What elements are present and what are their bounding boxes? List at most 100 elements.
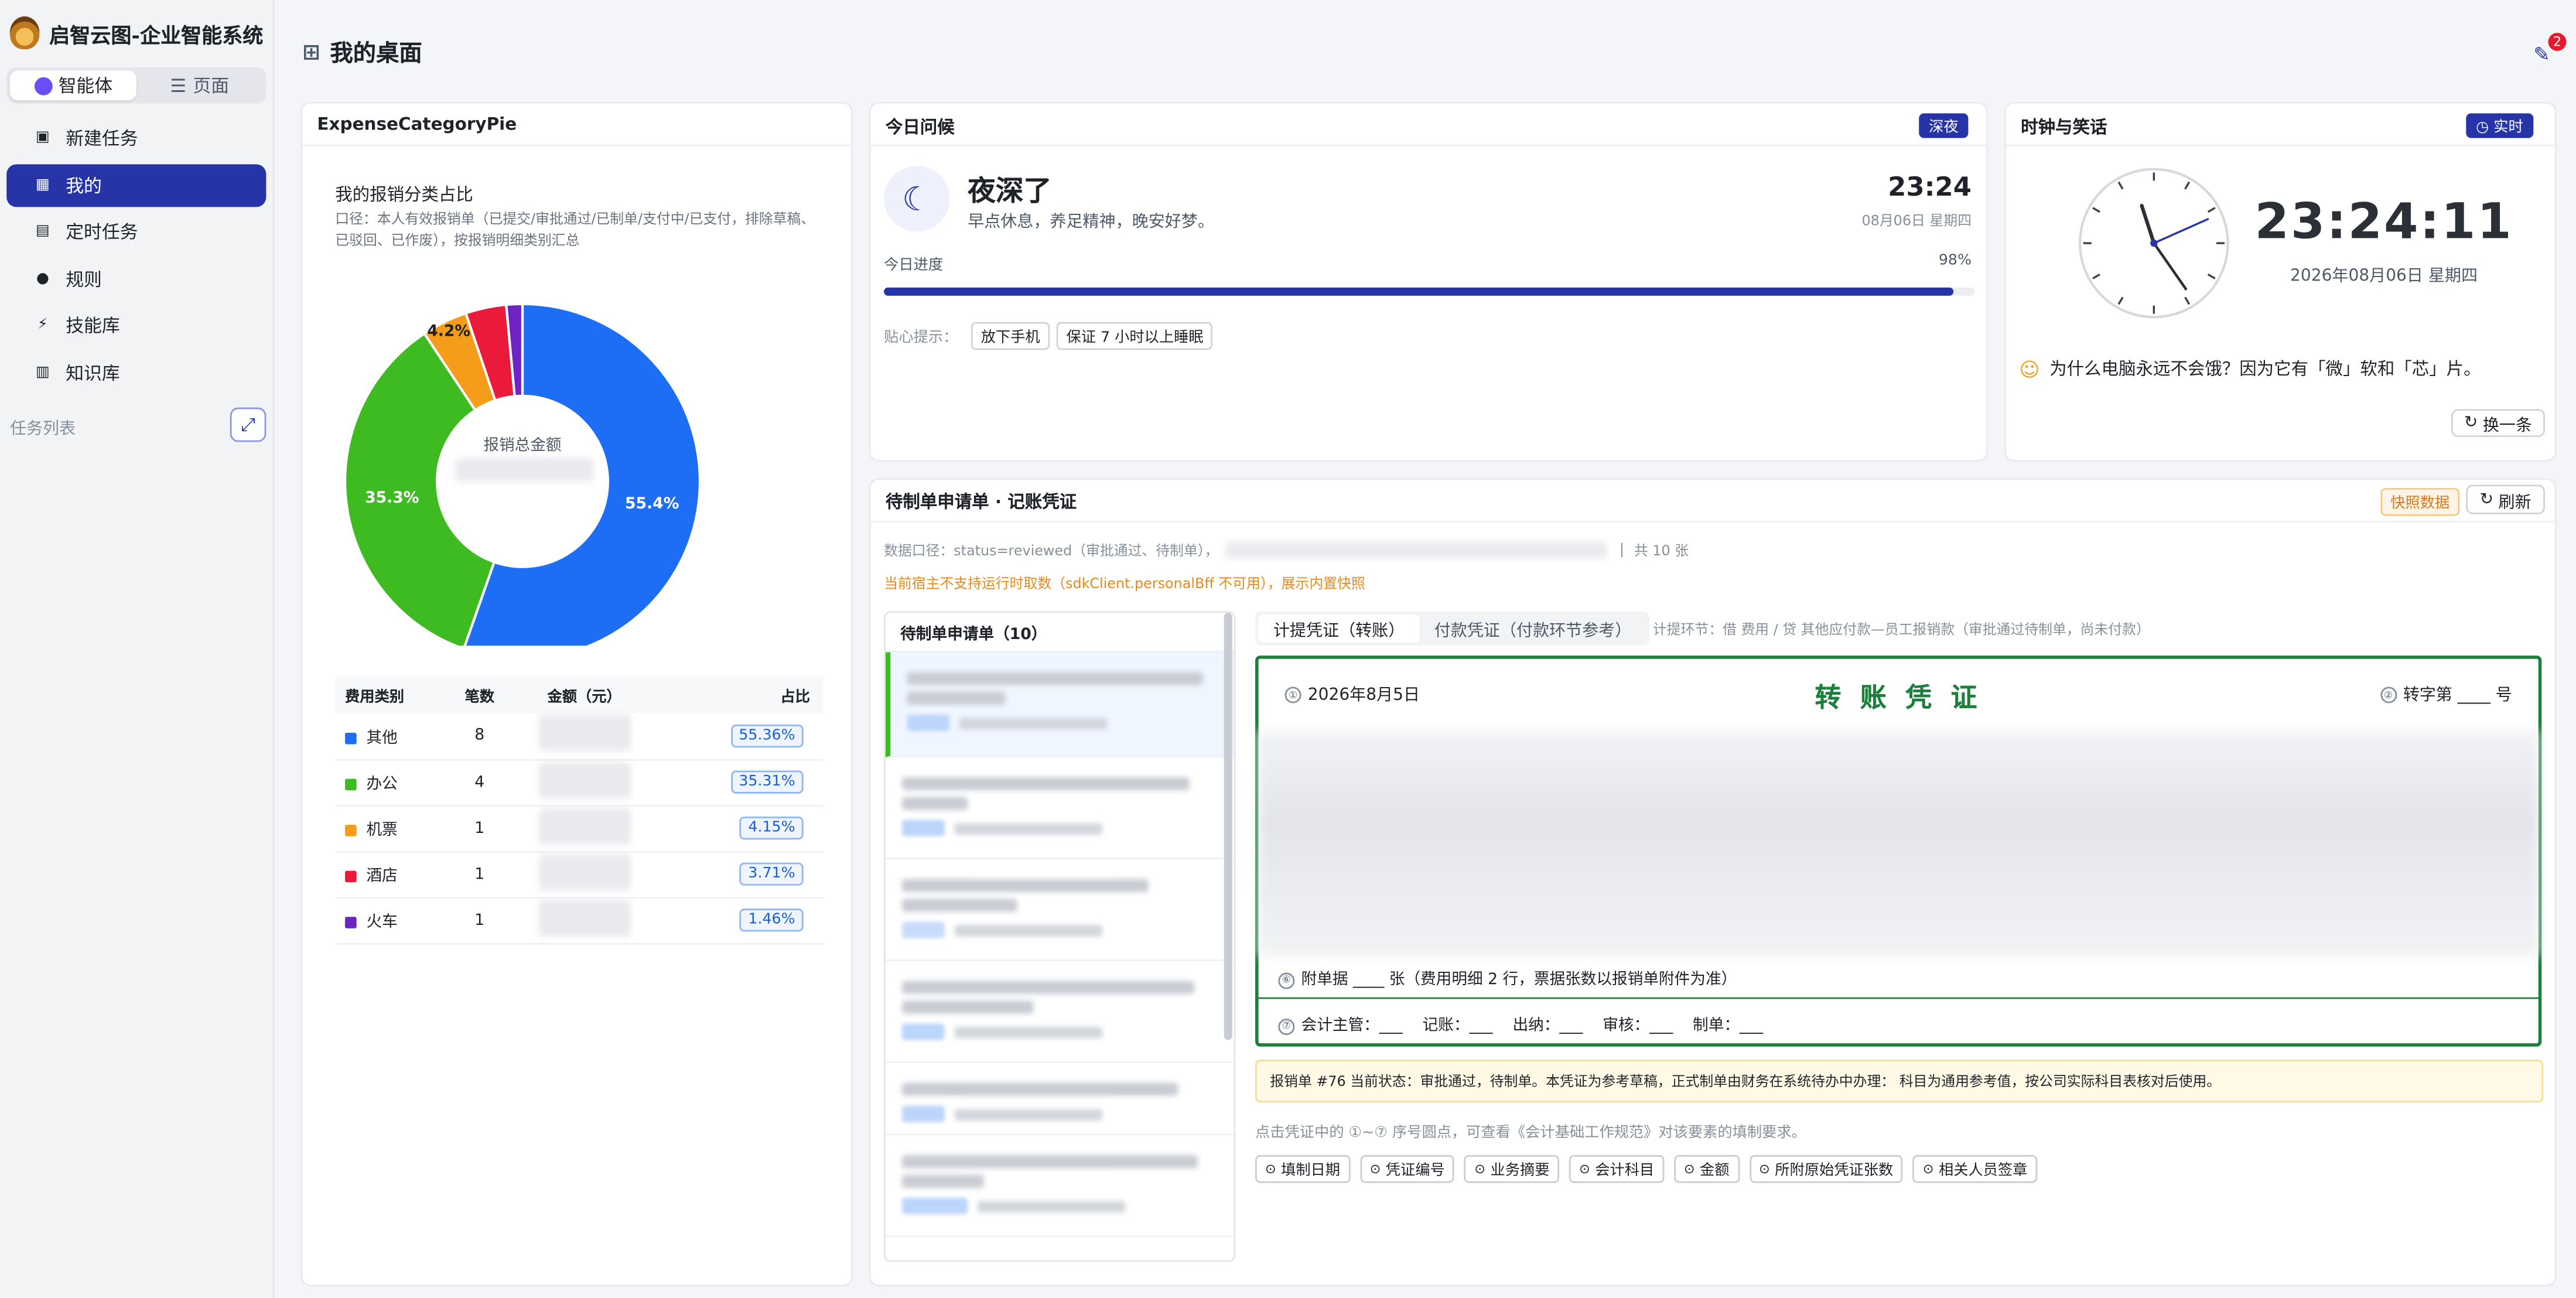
runtime-warning: 当前宿主不支持运行时取数（sdkClient.personalBff 不可用），… <box>884 576 1365 593</box>
hint-tag[interactable]: ⊙ 会计科目 <box>1569 1154 1665 1183</box>
info-icon: ⊙ <box>1683 1162 1695 1177</box>
amount-cell-redacted <box>505 897 664 944</box>
list-item[interactable] <box>885 757 1234 860</box>
sidebar-item-new-task[interactable]: ▣ 新建任务 <box>6 117 266 159</box>
hint-tag[interactable]: ⊙ 填制日期 <box>1255 1154 1350 1183</box>
smile-icon: ☺ <box>2019 357 2040 381</box>
info-icon: ⊙ <box>1369 1162 1381 1177</box>
pie-label-2: 4.2% <box>427 322 470 340</box>
bolt-icon: ⚡ <box>37 317 48 334</box>
sidebar-item-knowledge[interactable]: ▥ 知识库 <box>6 351 266 394</box>
redacted-source <box>1225 542 1607 559</box>
app-title: 启智云图-企业智能系统 <box>49 22 264 47</box>
change-joke-button[interactable]: ↻ 换一条 <box>2451 409 2545 438</box>
refresh-icon: ↻ <box>2479 490 2494 509</box>
amount-cell-redacted <box>505 805 664 852</box>
expense-table: 费用类别 笔数 金额（元） 占比 其他 8 55.36% 办公 4 35.31% 机票 1 4.… <box>335 677 824 944</box>
hint-tag[interactable]: ⊙ 业务摘要 <box>1464 1154 1560 1183</box>
count-cell: 8 <box>454 713 505 760</box>
expand-button[interactable]: ⤢ <box>230 407 267 442</box>
list-scrollbar[interactable] <box>1224 613 1232 1040</box>
sidebar-item-rules[interactable]: ● 规则 <box>6 258 266 300</box>
greeting-card: 今日问候 深夜 ☾ 夜深了 早点休息，养足精神，晚安好梦。 23:24 08月0… <box>869 101 1990 462</box>
expense-pie-chart: 55.4% 35.3% 4.2% <box>343 302 702 646</box>
col-count: 笔数 <box>454 677 505 713</box>
refresh-button[interactable]: ↻ 刷新 <box>2466 484 2545 514</box>
help-text: 点击凭证中的 ①~⑦ 序号圆点，可查看《会计基础工作规范》对该要素的填制要求。 <box>1255 1125 1806 1142</box>
clock-card: 时钟与笑话 ◷ 实时 23:24:11 2026年08月06日 星期四 ☺ 为什… <box>2004 101 2558 462</box>
hint-tag[interactable]: ⊙ 所附原始凭证张数 <box>1749 1154 1904 1183</box>
pie-label-1: 35.3% <box>365 489 419 507</box>
page-title: ⊞ 我的桌面 <box>302 40 422 68</box>
clock-center <box>2150 239 2158 247</box>
hint-dot[interactable]: ⑦ <box>1278 1017 1295 1034</box>
table-row: 火车 1 1.46% <box>335 897 824 944</box>
voucher-signers: ⑦ 会计主管：___ 记账：___ 出纳：___ 审核：___ 制单：___ <box>1278 1012 1763 1035</box>
legend-swatch <box>345 870 357 883</box>
sidebar-item-mine[interactable]: ▦ 我的 <box>6 164 267 207</box>
legend-swatch <box>345 778 357 791</box>
list-item[interactable] <box>885 1135 1234 1238</box>
sidebar-item-skills[interactable]: ⚡ 技能库 <box>6 304 266 347</box>
sidebar-item-scheduled[interactable]: ▤ 定时任务 <box>6 210 266 253</box>
realtime-badge: ◷ 实时 <box>2466 113 2533 138</box>
voucher-number: ② 转字第 ____ 号 <box>2380 680 2512 705</box>
new-task-icon: ▣ <box>35 129 50 146</box>
segment-agent[interactable]: 智能体 <box>9 70 136 101</box>
moon-icon: ☾ <box>884 166 950 232</box>
hint-dot[interactable]: ⑥ <box>1278 972 1295 989</box>
greeting-date: 08月06日 星期四 <box>1861 213 1972 230</box>
expand-icon: ⤢ <box>241 413 255 435</box>
legend-swatch <box>345 825 357 836</box>
pie-label-0: 55.4% <box>625 494 679 513</box>
snapshot-badge: 快照数据 <box>2380 488 2460 516</box>
transfer-voucher: ① 2026年8月5日 转 账 凭 证 ② 转字第 ____ 号 ⑥ 附单据 ____… <box>1255 655 2542 1047</box>
voucher-body-redacted <box>1258 731 2539 957</box>
late-night-badge: 深夜 <box>1919 113 1969 138</box>
app-brand: 启智云图-企业智能系统 <box>9 16 264 50</box>
edit-icon[interactable]: ✎ <box>2533 43 2550 66</box>
calendar-icon: ▤ <box>35 223 50 240</box>
table-row: 酒店 1 3.71% <box>335 850 824 898</box>
rule-icon: ● <box>36 271 49 288</box>
tab-note: 计提环节：借 费用 / 贷 其他应付款—员工报销款（审批通过待制单，尚未付款） <box>1652 623 2150 640</box>
progress-value: 98% <box>1938 252 1972 270</box>
analog-clock <box>2079 168 2229 319</box>
amount-cell-redacted <box>505 759 664 806</box>
hint-tags: ⊙ 填制日期 ⊙ 凭证编号 ⊙ 业务摘要 ⊙ 会计科目 ⊙ 金额 ⊙ 所附原始凭证张数 ⊙ 相关人员签章 <box>1255 1154 2047 1183</box>
refresh-icon: ↻ <box>2464 414 2478 432</box>
greeting-time: 23:24 <box>1888 170 1972 203</box>
tab-payment[interactable]: 付款凭证（付款环节参考） <box>1420 614 1646 643</box>
count-cell: 1 <box>454 805 505 852</box>
voucher-attachment: ⑥ 附单据 ____ 张（费用明细 2 行，票据张数以报销单附件为准） <box>1278 966 1737 989</box>
share-cell: 3.71% <box>663 850 824 898</box>
status-note: 报销单 #76 当前状态：审批通过，待制单。本凭证为参考草稿，正式制单由财务在系… <box>1255 1060 2544 1103</box>
count-cell: 1 <box>454 850 505 898</box>
hint-dot[interactable]: ② <box>2380 686 2397 703</box>
greeting-title: 今日问候 <box>885 118 955 138</box>
info-icon: ⊙ <box>1759 1162 1770 1177</box>
list-item[interactable] <box>885 859 1234 961</box>
list-item[interactable] <box>885 652 1234 758</box>
joke-text: 为什么电脑永远不会饿？因为它有「微」软和「芯」片。 <box>2049 360 2481 380</box>
list-item[interactable] <box>885 961 1234 1063</box>
list-item[interactable] <box>885 1063 1234 1136</box>
tip-tag: 放下手机 <box>971 322 1050 350</box>
joke-row: ☺ 为什么电脑永远不会饿？因为它有「微」软和「芯」片。 <box>2019 357 2481 381</box>
greeting-message: 早点休息，养足精神，晚安好梦。 <box>968 213 1214 232</box>
tips-row: 贴心提示： 放下手机 保证 7 小时以上睡眠 <box>884 322 1220 350</box>
hint-tag[interactable]: ⊙ 金额 <box>1673 1154 1740 1183</box>
share-cell: 35.31% <box>663 759 824 806</box>
pie-center-total-redacted <box>455 458 593 481</box>
hint-tag[interactable]: ⊙ 相关人员签章 <box>1912 1154 2038 1183</box>
app-logo <box>9 16 40 50</box>
segment-pages[interactable]: ☰ 页面 <box>136 71 263 100</box>
digital-time: 23:24:11 <box>2254 193 2513 252</box>
category-cell: 机票 <box>335 805 455 852</box>
bot-icon <box>33 76 52 95</box>
source-line: 数据口径：status=reviewed（审批通过、待制单）， | 共 10 张 <box>884 541 1689 561</box>
tab-accrual[interactable]: 计提凭证（转账） <box>1258 614 1420 643</box>
hint-tag[interactable]: ⊙ 凭证编号 <box>1359 1154 1455 1183</box>
amount-cell-redacted <box>505 713 664 760</box>
voucher-tabs: 计提凭证（转账） 付款凭证（付款环节参考） <box>1255 611 1650 646</box>
